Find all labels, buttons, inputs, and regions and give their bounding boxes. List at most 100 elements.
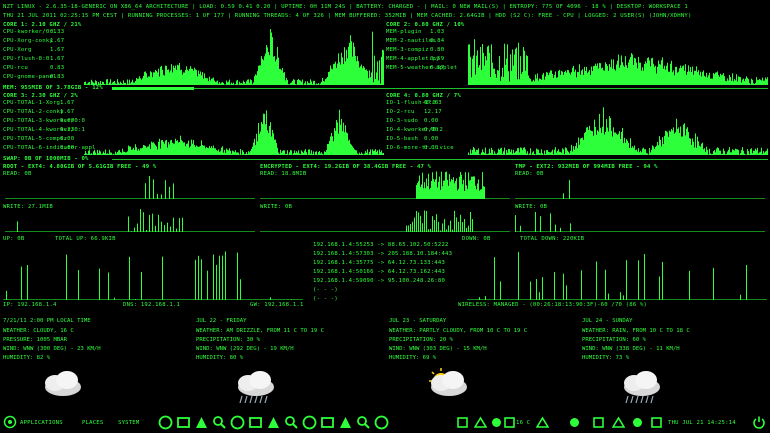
- graph-bar: [181, 139, 182, 155]
- graph-bar: [738, 150, 739, 155]
- graph-bar: [548, 75, 549, 85]
- graph-bar: [569, 180, 570, 199]
- graph-bar: [336, 67, 337, 85]
- graph-bar: [463, 179, 464, 199]
- graph-bar: [440, 230, 441, 232]
- process-value: 1.67: [50, 47, 65, 53]
- process-value: 0.00: [424, 118, 439, 124]
- back-arrow-icon[interactable]: [631, 416, 644, 429]
- graph-bar: [155, 145, 156, 155]
- graph-bar: [370, 149, 371, 155]
- script-icon[interactable]: [356, 415, 371, 430]
- power-icon[interactable]: [752, 415, 766, 429]
- graph-bar: [527, 151, 528, 155]
- firefox-icon[interactable]: [158, 415, 173, 430]
- menu-system[interactable]: SYSTEM: [118, 420, 139, 427]
- graph-bar: [476, 55, 477, 85]
- graph-bar: [323, 81, 324, 85]
- graph-bar: [141, 271, 142, 300]
- graph-bar: [729, 74, 730, 85]
- graph-bar: [545, 76, 546, 85]
- graph-bar: [565, 147, 566, 155]
- graph-bar: [656, 73, 657, 85]
- graph-bar: [611, 130, 612, 155]
- graph-bar: [641, 70, 642, 85]
- graph-bar: [520, 225, 521, 232]
- chat-icon[interactable]: [374, 415, 389, 430]
- graph-bar: [498, 70, 499, 85]
- settings-icon[interactable]: [338, 415, 353, 430]
- graph-bar: [461, 174, 462, 199]
- graph-bar: [446, 171, 447, 199]
- recycle-icon[interactable]: [456, 416, 469, 429]
- file-manager-icon[interactable]: [212, 415, 227, 430]
- graph-bar: [672, 72, 673, 85]
- graph-bar: [382, 153, 383, 155]
- graph-bar: [66, 254, 67, 300]
- mail-icon[interactable]: [612, 416, 625, 429]
- graph-bar: [359, 152, 360, 155]
- graph-bar: [589, 70, 590, 85]
- graph-bar: [322, 77, 323, 85]
- graph-bar: [584, 133, 585, 155]
- thunderbird-icon[interactable]: [176, 415, 191, 430]
- graph-bar: [719, 76, 720, 85]
- media-player-icon[interactable]: [320, 415, 335, 430]
- graph-bar: [539, 153, 540, 155]
- graph-bar: [489, 52, 490, 85]
- edit-icon[interactable]: [474, 416, 487, 429]
- globe-icon[interactable]: [302, 415, 317, 430]
- graph-bar: [173, 65, 174, 85]
- clipboard-icon[interactable]: [503, 416, 516, 429]
- graph-bar: [672, 130, 673, 155]
- terminal-icon[interactable]: [194, 415, 209, 430]
- graph-bar: [127, 79, 128, 85]
- graph-bar: [468, 44, 469, 85]
- paint-icon[interactable]: [248, 415, 263, 430]
- graph-bar: [475, 185, 476, 199]
- keyboard-icon[interactable]: [650, 416, 663, 429]
- wifi-icon[interactable]: [592, 416, 605, 429]
- graph-bar: [349, 42, 350, 85]
- graph-bar: [637, 68, 638, 85]
- graph-bar: [600, 63, 601, 85]
- brightness-icon[interactable]: [536, 416, 549, 429]
- graph-bar: [220, 151, 221, 155]
- process-value: 0.80: [430, 47, 445, 53]
- graph-bar: [425, 188, 426, 199]
- graph-bar: [760, 151, 761, 155]
- graph-bar: [482, 172, 483, 199]
- graph-bar: [630, 56, 631, 85]
- graph-bar: [758, 80, 759, 85]
- graph-bar: [149, 144, 150, 155]
- graph-bar: [369, 151, 370, 155]
- graph-bar: [141, 79, 142, 85]
- process-name: IO-6-more-tr...vice: [386, 145, 454, 151]
- graph-bar: [270, 297, 271, 300]
- graph-bar: [472, 219, 473, 232]
- menu-places[interactable]: PLACES: [82, 420, 103, 427]
- graph-bar: [173, 183, 174, 199]
- search-icon[interactable]: [284, 415, 299, 430]
- graph-bar: [224, 149, 225, 155]
- graph-bar: [239, 81, 240, 85]
- panel-clock[interactable]: THU JUL 21 14:25:14: [668, 420, 736, 427]
- bluetooth-icon[interactable]: [568, 416, 581, 429]
- weather-date: JUL 23 - SATURDAY: [389, 318, 447, 324]
- window-list-icon[interactable]: [490, 416, 503, 429]
- calculator-icon[interactable]: [266, 415, 281, 430]
- graph-bar: [112, 82, 113, 85]
- graph-bar: [558, 71, 559, 85]
- graph-bar: [427, 186, 428, 199]
- graph-bar: [416, 185, 417, 199]
- main-menu-icon[interactable]: [3, 415, 17, 429]
- graph-bar: [371, 72, 372, 85]
- graph-bar: [690, 67, 691, 85]
- graph-bar: [255, 145, 256, 155]
- menu-applications[interactable]: APPLICATIONS: [20, 420, 63, 427]
- graph-bar: [715, 152, 716, 155]
- text-editor-icon[interactable]: [230, 415, 245, 430]
- graph-bar: [418, 212, 419, 232]
- graph-bar: [116, 83, 117, 85]
- weather-l2: PRECIPITATION: 20 %: [389, 337, 453, 343]
